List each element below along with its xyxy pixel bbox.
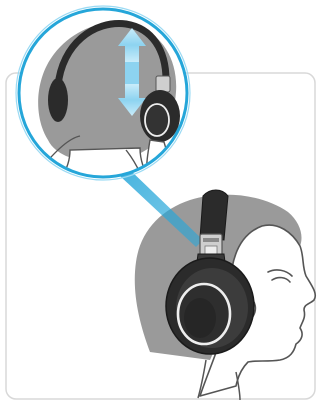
earcup-plate-shade xyxy=(184,298,216,338)
detail-magnifier xyxy=(15,5,191,181)
figure-stage xyxy=(0,0,322,404)
headphone-fit-diagram xyxy=(5,5,317,401)
headband-adjuster xyxy=(199,233,223,257)
inset-right-earcup-ring xyxy=(144,103,170,137)
inset-slider xyxy=(155,75,171,93)
headband xyxy=(199,189,229,241)
